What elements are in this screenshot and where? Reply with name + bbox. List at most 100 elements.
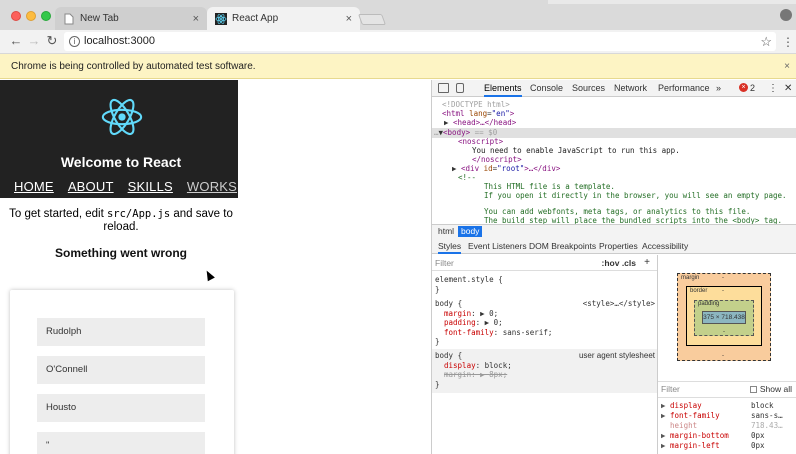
margin-bottom-value: - bbox=[722, 353, 724, 359]
tab-strip: New Tab × React App × bbox=[0, 0, 796, 30]
profile-icon[interactable] bbox=[780, 9, 792, 21]
site-nav: HOME ABOUT SKILLS WORKS bbox=[14, 179, 237, 194]
css-property[interactable]: margin: ▶ 0; bbox=[435, 309, 655, 319]
bookmark-star-icon[interactable]: ☆ bbox=[760, 32, 772, 51]
error-icon[interactable]: × bbox=[739, 83, 748, 92]
dom-body-tag: <body> bbox=[443, 128, 471, 137]
computed-prop-value: block bbox=[751, 401, 774, 410]
css-prop-value: sans-serif; bbox=[502, 327, 553, 337]
computed-prop-font-family[interactable]: ▶ font-family sans-s… bbox=[661, 411, 793, 421]
info-icon[interactable]: i bbox=[69, 36, 80, 47]
address-bar[interactable]: i localhost:3000 ☆ bbox=[64, 32, 776, 51]
computed-prop-margin-bottom[interactable]: ▶ margin-bottom 0px bbox=[661, 431, 793, 441]
dom-div-tag: div bbox=[465, 164, 480, 173]
css-property[interactable]: padding: ▶ 0; bbox=[435, 318, 655, 328]
nav-link-about[interactable]: ABOUT bbox=[68, 179, 114, 194]
margin-top-value: - bbox=[722, 275, 724, 281]
dom-comment-open[interactable]: <!-- bbox=[458, 173, 476, 182]
devtools-close-icon[interactable]: ✕ bbox=[784, 80, 792, 97]
tab-react-app[interactable]: React App × bbox=[207, 7, 360, 30]
tab-title: New Tab bbox=[80, 13, 119, 24]
new-tab-button[interactable] bbox=[357, 14, 387, 25]
tab-styles[interactable]: Styles bbox=[438, 238, 462, 254]
dom-comment-line: If you open it directly in the browser, … bbox=[484, 191, 787, 200]
nav-link-works[interactable]: WORKS bbox=[187, 179, 237, 194]
page-icon bbox=[63, 13, 75, 25]
dom-noscript-close: </noscript> bbox=[472, 155, 522, 164]
nav-link-skills[interactable]: SKILLS bbox=[128, 179, 173, 194]
breadcrumb-body[interactable]: body bbox=[458, 226, 483, 237]
dom-body[interactable]: …▼<body> == $0 bbox=[434, 128, 497, 137]
hov-cls-toggle[interactable]: :hov .cls bbox=[602, 255, 636, 271]
inspect-element-icon[interactable] bbox=[438, 83, 449, 93]
devtools-menu-icon[interactable]: ⋮ bbox=[768, 80, 778, 97]
url-text: localhost:3000 bbox=[84, 35, 155, 47]
automation-infobar: Chrome is being controlled by automated … bbox=[0, 54, 796, 79]
dom-doctype[interactable]: <!DOCTYPE html> bbox=[442, 100, 510, 109]
window-close-button[interactable] bbox=[11, 11, 21, 21]
computed-filter-input[interactable]: Filter Show all bbox=[658, 381, 796, 398]
padding-bottom-value: - bbox=[723, 329, 725, 335]
tab-performance[interactable]: Performance bbox=[658, 80, 710, 97]
nav-link-home[interactable]: HOME bbox=[14, 179, 54, 194]
computed-prop-name: margin-left bbox=[670, 441, 720, 450]
styles-filter-placeholder: Filter bbox=[435, 258, 454, 268]
tab-new-tab[interactable]: New Tab × bbox=[55, 7, 207, 30]
tab-console[interactable]: Console bbox=[530, 80, 563, 97]
error-count[interactable]: 2 bbox=[750, 80, 755, 97]
forward-arrow-icon[interactable]: → bbox=[26, 33, 42, 49]
computed-prop-height[interactable]: height 718.43… bbox=[661, 421, 793, 431]
breadcrumb-html[interactable]: html bbox=[435, 226, 457, 237]
dom-html-tag: html bbox=[446, 109, 465, 118]
tab-elements[interactable]: Elements bbox=[484, 80, 522, 97]
more-tabs-icon[interactable]: » bbox=[716, 80, 721, 97]
computed-prop-margin-left[interactable]: ▶ margin-left 0px bbox=[661, 441, 793, 451]
browser-menu-icon[interactable]: ⋮ bbox=[782, 35, 794, 49]
css-prop-value: 0; bbox=[493, 318, 503, 327]
device-toolbar-icon[interactable] bbox=[456, 83, 464, 93]
computed-prop-name: font-family bbox=[670, 411, 720, 420]
new-rule-button[interactable]: + bbox=[644, 255, 650, 271]
tab-accessibility[interactable]: Accessibility bbox=[642, 238, 688, 254]
body-style-rule[interactable]: body { <style>…</style> margin: ▶ 0; pad… bbox=[435, 299, 655, 347]
breadcrumb: html body bbox=[432, 224, 796, 238]
rule-source-link[interactable]: <style>…</style> bbox=[583, 299, 655, 309]
dom-head-tag: <head>…</head> bbox=[453, 118, 517, 127]
infobar-message: Chrome is being controlled by automated … bbox=[11, 61, 256, 72]
element-style-rule[interactable]: element.style { } bbox=[435, 275, 655, 294]
dom-noscript[interactable]: <noscript> bbox=[458, 137, 503, 146]
dom-html[interactable]: <html lang="en"> bbox=[442, 109, 514, 118]
dom-div-rest: >…</div> bbox=[524, 164, 561, 173]
first-name-field[interactable]: Rudolph bbox=[37, 318, 205, 346]
show-all-checkbox[interactable]: Show all bbox=[749, 382, 792, 397]
box-model-content[interactable]: 375 × 718.438 bbox=[702, 311, 746, 324]
styles-filter-input[interactable]: Filter :hov .cls + bbox=[432, 255, 657, 271]
expand-triangle-icon[interactable]: ▶ bbox=[444, 118, 449, 127]
tab-event-listeners[interactable]: Event Listeners bbox=[468, 238, 527, 254]
last-name-field[interactable]: O'Connell bbox=[37, 356, 205, 384]
tab-network[interactable]: Network bbox=[614, 80, 647, 97]
window-minimize-button[interactable] bbox=[26, 11, 36, 21]
dom-root-div[interactable]: ▶ <div id="root">…</div> bbox=[452, 164, 560, 173]
error-message: Something went wrong bbox=[55, 246, 187, 260]
infobar-close-icon[interactable]: × bbox=[784, 54, 790, 79]
expand-triangle-icon[interactable]: ▶ bbox=[452, 164, 457, 173]
computed-prop-display[interactable]: ▶ display block bbox=[661, 401, 793, 411]
back-arrow-icon[interactable]: ← bbox=[8, 33, 24, 49]
tab-sources[interactable]: Sources bbox=[572, 80, 605, 97]
intro-text-start: To get started, edit bbox=[9, 208, 107, 220]
checkbox-icon[interactable] bbox=[749, 386, 757, 393]
city-field[interactable]: Housto bbox=[37, 394, 205, 422]
quote-field[interactable]: " bbox=[37, 432, 205, 454]
tab-close-icon[interactable]: × bbox=[346, 13, 352, 25]
css-prop-name: display bbox=[444, 360, 476, 370]
css-property[interactable]: font-family: sans-serif; bbox=[435, 328, 655, 338]
tab-dom-breakpoints[interactable]: DOM Breakpoints bbox=[529, 238, 596, 254]
tab-close-icon[interactable]: × bbox=[193, 13, 199, 25]
reload-icon[interactable]: ↻ bbox=[44, 33, 60, 49]
background-window bbox=[548, 0, 796, 4]
browser-toolbar: ← → ↻ i localhost:3000 ☆ ⋮ bbox=[0, 30, 796, 54]
window-maximize-button[interactable] bbox=[41, 11, 51, 21]
tab-properties[interactable]: Properties bbox=[599, 238, 638, 254]
dom-head[interactable]: ▶ <head>…</head> bbox=[444, 118, 516, 127]
